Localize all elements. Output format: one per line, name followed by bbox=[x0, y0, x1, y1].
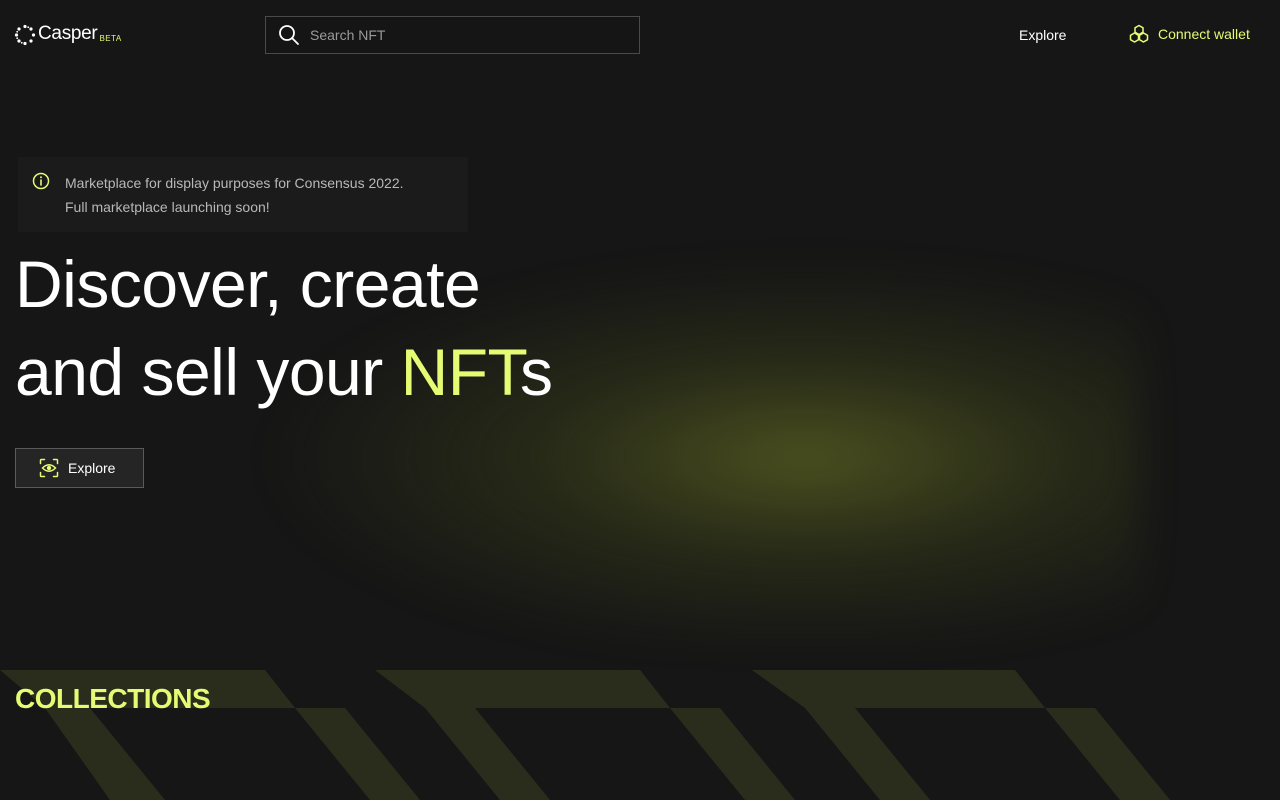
search-icon bbox=[279, 25, 299, 45]
page: Casper BETA Explore Connect wallet bbox=[0, 0, 1280, 800]
search-input[interactable] bbox=[310, 27, 610, 43]
casper-logo[interactable]: Casper BETA bbox=[14, 22, 122, 46]
hero-line-2: and sell your NFTs bbox=[15, 328, 553, 416]
logo-text: Casper bbox=[38, 23, 98, 44]
nav-explore-link[interactable]: Explore bbox=[1019, 25, 1066, 45]
notice-text: Marketplace for display purposes for Con… bbox=[65, 171, 404, 232]
connect-wallet-button[interactable]: Connect wallet bbox=[1129, 24, 1250, 44]
notice-line-2: Full marketplace launching soon! bbox=[65, 199, 270, 215]
notice-line-1: Marketplace for display purposes for Con… bbox=[65, 175, 404, 191]
connect-wallet-label: Connect wallet bbox=[1158, 26, 1250, 42]
wallet-icon bbox=[1129, 24, 1149, 43]
explore-button-label: Explore bbox=[68, 460, 116, 476]
beta-badge: BETA bbox=[99, 34, 122, 43]
casper-logo-icon bbox=[14, 24, 36, 46]
hero-heading: Discover, create and sell your NFTs bbox=[15, 240, 553, 416]
hero-line-1: Discover, create bbox=[15, 247, 481, 321]
marketplace-notice: Marketplace for display purposes for Con… bbox=[18, 157, 468, 232]
search-box[interactable] bbox=[265, 16, 640, 54]
hero-line-2-suffix: s bbox=[520, 335, 553, 409]
eye-icon bbox=[39, 458, 59, 478]
top-header: Casper BETA Explore Connect wallet bbox=[0, 0, 1280, 70]
explore-button[interactable]: Explore bbox=[15, 448, 144, 488]
info-icon bbox=[32, 172, 50, 190]
decorative-stripes bbox=[0, 670, 1170, 800]
hero-line-2-prefix: and sell your bbox=[15, 335, 401, 409]
collections-title: COLLECTIONS bbox=[15, 683, 211, 714]
hero-accent-nft: NFT bbox=[400, 335, 521, 409]
